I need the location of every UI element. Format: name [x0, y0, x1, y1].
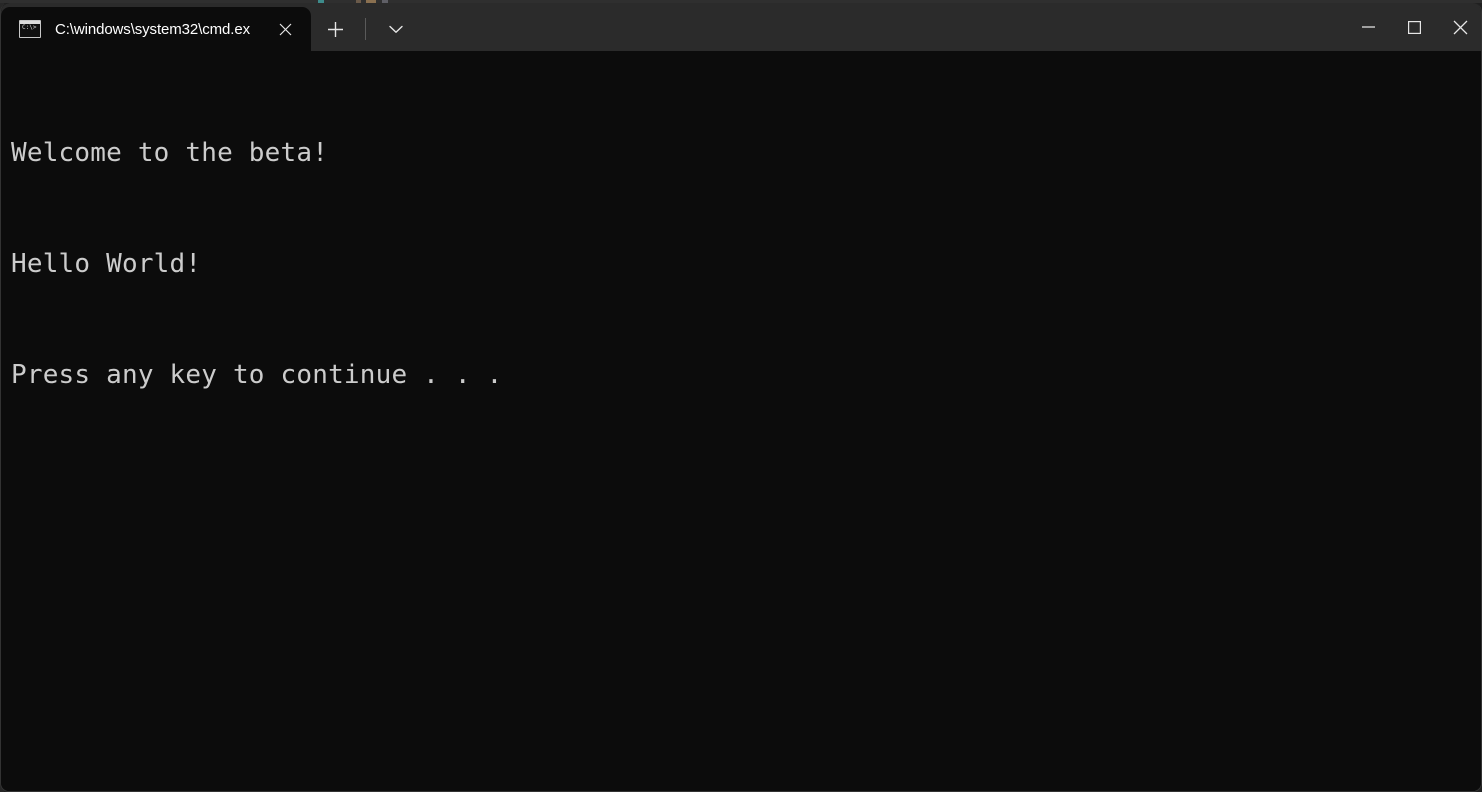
title-bar[interactable]: C:\> C:\windows\system32\cmd.ex [1, 3, 1481, 51]
tab-strip: C:\> C:\windows\system32\cmd.ex [1, 7, 311, 51]
terminal-line: Press any key to continue . . . [11, 360, 503, 390]
terminal-line: Welcome to the beta! [11, 138, 329, 168]
tab-title-label: C:\windows\system32\cmd.ex [55, 20, 250, 38]
tab-cmd-exe[interactable]: C:\> C:\windows\system32\cmd.ex [1, 7, 311, 51]
close-tab-icon[interactable] [271, 15, 299, 43]
terminal-output-pane[interactable]: Welcome to the beta! Hello World! Press … [1, 51, 1481, 791]
caption-buttons [1345, 3, 1481, 51]
terminal-line: Hello World! [11, 249, 202, 279]
tab-actions [315, 7, 416, 51]
terminal-text: Welcome to the beta! Hello World! Press … [11, 61, 502, 468]
chevron-down-icon[interactable] [376, 9, 416, 49]
tab-actions-separator [365, 18, 366, 40]
maximize-button[interactable] [1391, 3, 1437, 51]
cmd-icon-glyph: C:\> [22, 24, 37, 31]
terminal-window: C:\> C:\windows\system32\cmd.ex Welcome … [0, 3, 1482, 792]
minimize-button[interactable] [1345, 3, 1391, 51]
new-tab-button[interactable] [315, 9, 355, 49]
close-window-button[interactable] [1437, 3, 1481, 51]
cmd-console-icon: C:\> [19, 20, 41, 38]
